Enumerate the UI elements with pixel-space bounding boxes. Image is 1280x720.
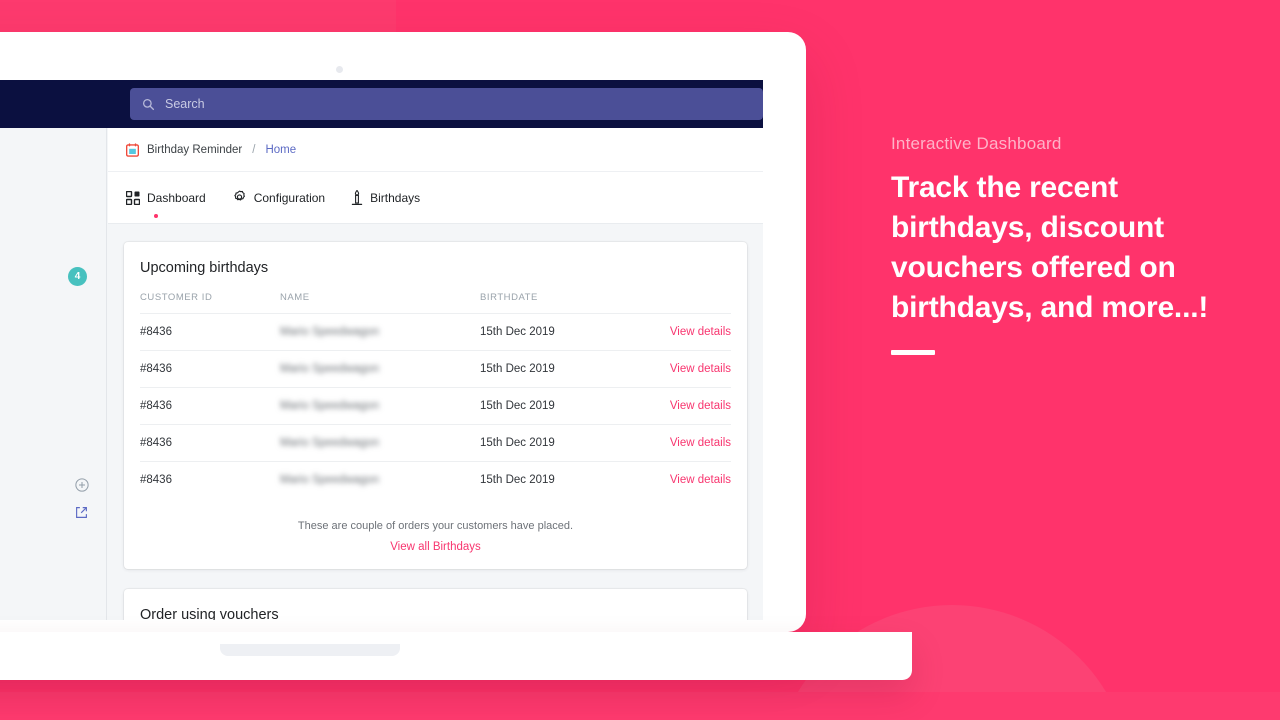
cell-customer-id: #8436 [140, 424, 280, 462]
cell-name: Mario Speedwagon [280, 387, 480, 425]
sidebar-section-sales-channels: ELS [0, 475, 107, 487]
calendar-icon [126, 142, 139, 157]
column-header-name: NAME [280, 292, 310, 303]
promo-eyebrow: Interactive Dashboard [891, 134, 1062, 153]
table-row[interactable]: #8436 Mario Speedwagon 15th Dec 2019 Vie… [140, 461, 731, 498]
tab-configuration-label: Configuration [253, 190, 326, 205]
cell-birthdate: 15th Dec 2019 [480, 424, 660, 462]
column-header-birthdate: BIRTHDATE [480, 292, 538, 303]
table-row[interactable]: #8436 Mario Speedwagon 15th Dec 2019 Vie… [140, 313, 731, 351]
tab-birthdays[interactable]: Birthdays [351, 186, 420, 210]
cell-birthdate: 15th Dec 2019 [480, 387, 660, 425]
column-header-customer-id: CUSTOMER ID [140, 292, 213, 303]
tab-birthdays-label: Birthdays [370, 190, 421, 205]
view-details-link[interactable]: View details [670, 363, 731, 375]
table-header: CUSTOMER ID NAME BIRTHDATE [140, 292, 731, 314]
cell-birthdate: 15th Dec 2019 [480, 350, 660, 388]
sidebar-item-customers[interactable]: ers [0, 332, 107, 346]
cell-name: Mario Speedwagon [280, 461, 480, 498]
tab-configuration[interactable]: Configuration [232, 186, 325, 209]
table-body: #8436 Mario Speedwagon 15th Dec 2019 Vie… [140, 313, 731, 498]
cell-customer-id: #8436 [140, 313, 280, 351]
embedded-app-frame: Birthday Reminder / Home Dashboard Confi… [108, 128, 763, 620]
sidebar-item-online-store[interactable]: tore [0, 506, 107, 520]
table-footer-note: These are couple of orders your customer… [297, 520, 574, 532]
laptop-screen-lid: Search 4 s ers ts ELS tore [0, 32, 806, 632]
app-tab-bar: Dashboard Configuration Birthdays [108, 172, 763, 224]
birthdays-table: CUSTOMER ID NAME BIRTHDATE #8436 Mario S… [140, 292, 731, 498]
upcoming-birthdays-card: Upcoming birthdays CUSTOMER ID NAME BIRT… [124, 242, 747, 569]
laptop-camera-dot [336, 66, 343, 73]
breadcrumb-separator: / [252, 143, 256, 156]
view-all-birthdays-link[interactable]: View all Birthdays [390, 541, 481, 553]
view-details-link[interactable]: View details [670, 474, 731, 486]
sidebar-item-products[interactable]: ts [0, 383, 107, 397]
table-header-row: CUSTOMER ID NAME BIRTHDATE [140, 292, 731, 314]
breadcrumb-current-page[interactable]: Home [265, 144, 296, 156]
gear-icon [234, 190, 245, 201]
background-accent-bottom [0, 692, 1280, 720]
cell-customer-id: #8436 [140, 461, 280, 498]
promo-headline: Track the recent birthdays, discount vou… [891, 171, 1209, 324]
laptop-trackpad-notch [220, 644, 400, 656]
tab-active-indicator [154, 213, 158, 218]
breadcrumb-app-name[interactable]: Birthday Reminder [147, 144, 242, 156]
breadcrumb: Birthday Reminder / Home [108, 128, 763, 172]
shopify-topbar: Search [0, 80, 763, 128]
card-title: Upcoming birthdays [140, 260, 269, 276]
cell-customer-id: #8436 [140, 350, 280, 388]
tab-dashboard[interactable]: Dashboard [126, 187, 206, 218]
external-link-icon[interactable] [75, 506, 88, 519]
app-content-scroll[interactable]: Upcoming birthdays CUSTOMER ID NAME BIRT… [108, 224, 763, 620]
grid-icon [126, 190, 140, 205]
sidebar-item-orders[interactable]: s [0, 300, 107, 314]
cell-customer-id: #8436 [140, 387, 280, 425]
candle-icon [351, 189, 363, 205]
table-row[interactable]: #8436 Mario Speedwagon 15th Dec 2019 Vie… [140, 424, 731, 462]
view-details-link[interactable]: View details [670, 400, 731, 412]
view-details-link[interactable]: View details [670, 326, 731, 338]
plus-circle-icon[interactable] [75, 478, 89, 492]
card-title: Order using vouchers [140, 607, 279, 620]
cell-name: Mario Speedwagon [280, 350, 480, 388]
order-using-vouchers-card: Order using vouchers [124, 589, 747, 620]
promo-block: Interactive Dashboard Track the recent b… [891, 134, 1241, 355]
table-row[interactable]: #8436 Mario Speedwagon 15th Dec 2019 Vie… [140, 387, 731, 425]
shopify-sidebar: 4 s ers ts ELS tore [0, 128, 107, 620]
cell-birthdate: 15th Dec 2019 [480, 313, 660, 351]
search-icon [142, 98, 155, 110]
view-details-link[interactable]: View details [670, 437, 731, 449]
browser-viewport: Search 4 s ers ts ELS tore [0, 80, 763, 620]
search-bar[interactable]: Search [130, 88, 763, 120]
cell-name: Mario Speedwagon [280, 424, 480, 462]
search-input-placeholder: Search [165, 97, 205, 111]
tab-dashboard-label: Dashboard [147, 190, 206, 205]
column-header-actions [660, 292, 731, 314]
cell-name: Mario Speedwagon [280, 313, 480, 351]
table-footer: These are couple of orders your customer… [140, 498, 731, 555]
cell-birthdate: 15th Dec 2019 [480, 461, 660, 498]
sidebar-badge-count: 4 [68, 267, 87, 286]
laptop-base [0, 632, 912, 680]
table-row[interactable]: #8436 Mario Speedwagon 15th Dec 2019 Vie… [140, 350, 731, 388]
promo-underline-accent [891, 350, 935, 355]
